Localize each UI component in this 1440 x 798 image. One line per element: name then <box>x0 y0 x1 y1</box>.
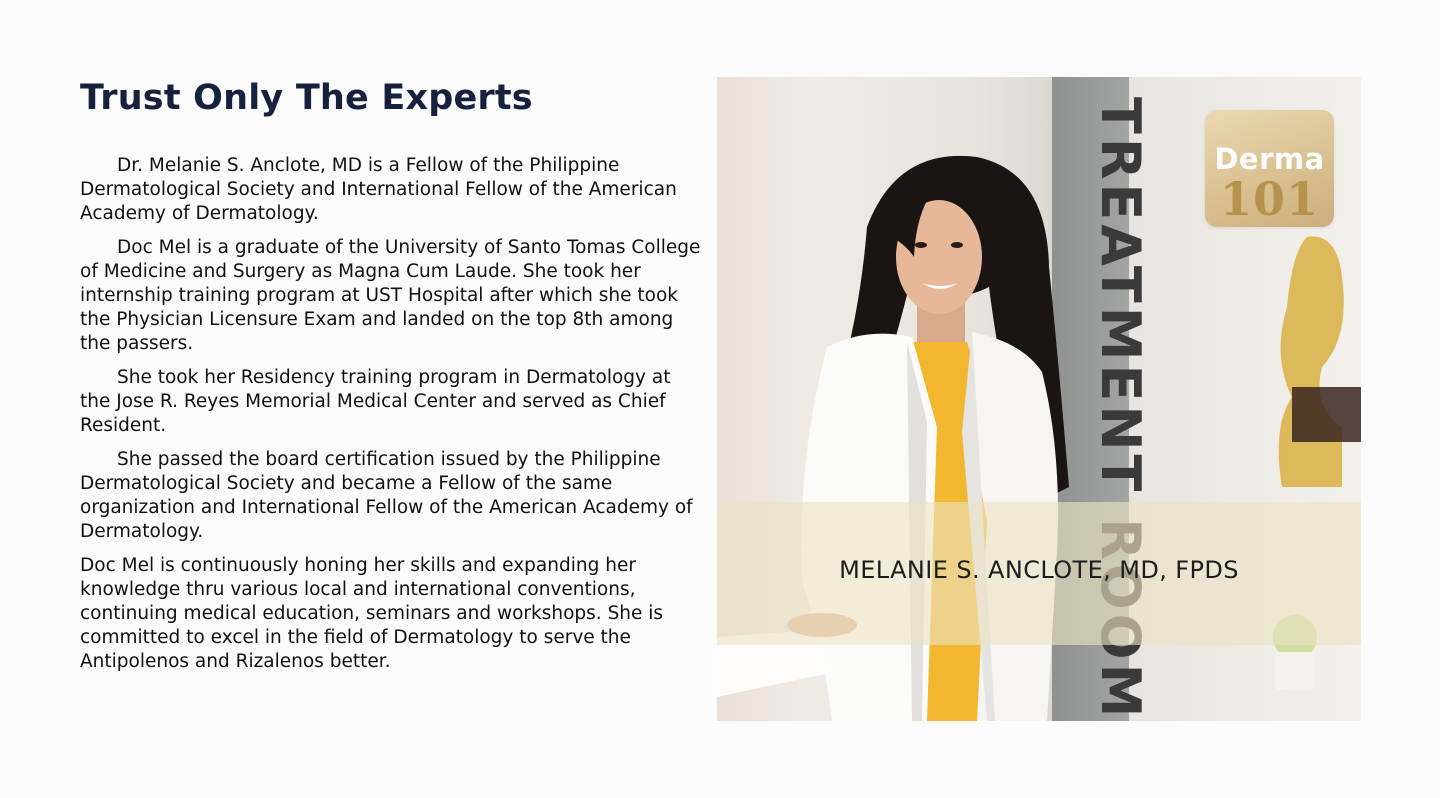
bio-text: Dr. Melanie S. Anclote, MD is a Fellow o… <box>80 154 705 674</box>
logo-number: 101 <box>1219 172 1320 226</box>
bio-paragraph-5: Doc Mel is continuously honing her skill… <box>80 555 664 672</box>
doctor-bio-section: Trust Only The Experts Dr. Melanie S. An… <box>80 76 705 684</box>
section-title: Trust Only The Experts <box>80 78 533 118</box>
derma101-logo: Derma 101 <box>1205 110 1334 227</box>
bio-paragraph-3: She took her Residency training program … <box>80 367 671 436</box>
bio-paragraph-2: Doc Mel is a graduate of the University … <box>80 237 701 354</box>
bio-paragraph-1: Dr. Melanie S. Anclote, MD is a Fellow o… <box>80 155 677 224</box>
doctor-name-caption: MELANIE S. ANCLOTE, MD, FPDS <box>839 556 1239 584</box>
bio-paragraph-4: She passed the board certification issue… <box>80 449 693 542</box>
logo-word: Derma <box>1214 142 1325 176</box>
